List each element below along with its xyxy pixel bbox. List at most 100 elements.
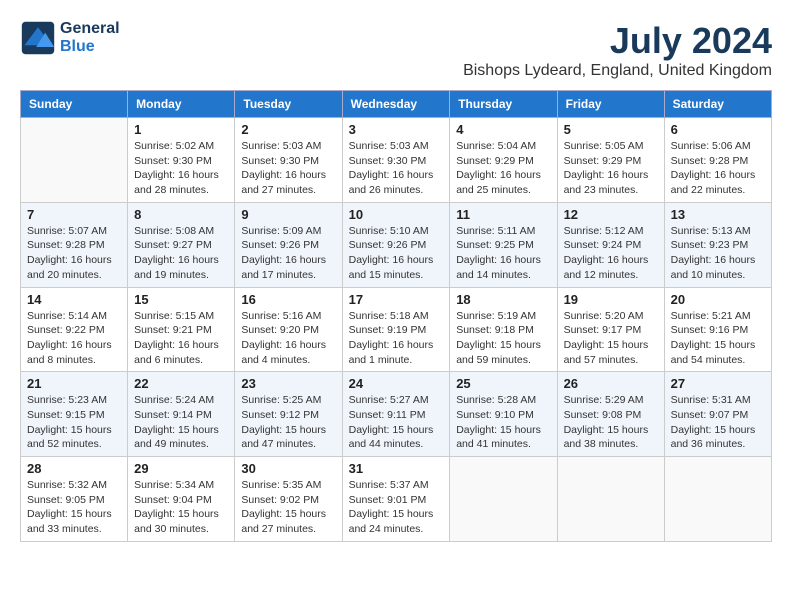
day-info: Sunrise: 5:08 AMSunset: 9:27 PMDaylight:… bbox=[134, 224, 228, 283]
day-info: Sunrise: 5:03 AMSunset: 9:30 PMDaylight:… bbox=[349, 139, 444, 198]
day-number: 22 bbox=[134, 376, 228, 391]
day-info: Sunrise: 5:06 AMSunset: 9:28 PMDaylight:… bbox=[671, 139, 765, 198]
main-title: July 2024 bbox=[463, 20, 772, 62]
col-thursday: Thursday bbox=[450, 91, 557, 118]
calendar-cell: 2Sunrise: 5:03 AMSunset: 9:30 PMDaylight… bbox=[235, 118, 342, 203]
calendar-cell: 13Sunrise: 5:13 AMSunset: 9:23 PMDayligh… bbox=[664, 202, 771, 287]
calendar-cell: 15 Sunrise: 5:15 AMSunset: 9:21 PMDayligh… bbox=[128, 287, 235, 372]
calendar-cell: 25 Sunrise: 5:28 AMSunset: 9:10 PMDayligh… bbox=[450, 372, 557, 457]
col-saturday: Saturday bbox=[664, 91, 771, 118]
calendar-cell bbox=[21, 118, 128, 203]
day-info: Sunrise: 5:07 AMSunset: 9:28 PMDaylight:… bbox=[27, 224, 121, 283]
day-number: 28 bbox=[27, 461, 121, 476]
logo-text: General Blue bbox=[60, 20, 120, 56]
day-info: Sunrise: 5:02 AMSunset: 9:30 PMDaylight:… bbox=[134, 139, 228, 198]
calendar-week-row: 1 Sunrise: 5:02 AMSunset: 9:30 PMDaylight… bbox=[21, 118, 772, 203]
day-number: 21 bbox=[27, 376, 121, 391]
day-number: 27 bbox=[671, 376, 765, 391]
day-number: 30 bbox=[241, 461, 335, 476]
day-number: 23 bbox=[241, 376, 335, 391]
day-info: Sunrise: 5:11 AMSunset: 9:25 PMDaylight:… bbox=[456, 224, 550, 283]
day-info: Sunrise: 5:15 AMSunset: 9:21 PMDaylight:… bbox=[134, 309, 228, 368]
calendar-cell: 19Sunrise: 5:20 AMSunset: 9:17 PMDayligh… bbox=[557, 287, 664, 372]
day-number: 7 bbox=[27, 207, 121, 222]
calendar-week-row: 28 Sunrise: 5:32 AMSunset: 9:05 PMDayligh… bbox=[21, 457, 772, 542]
day-info: Sunrise: 5:27 AMSunset: 9:11 PMDaylight:… bbox=[349, 393, 444, 452]
day-number: 12 bbox=[564, 207, 658, 222]
day-number: 14 bbox=[27, 292, 121, 307]
day-number: 10 bbox=[349, 207, 444, 222]
calendar-cell: 8 Sunrise: 5:08 AMSunset: 9:27 PMDaylight… bbox=[128, 202, 235, 287]
day-info: Sunrise: 5:09 AMSunset: 9:26 PMDaylight:… bbox=[241, 224, 335, 283]
day-number: 3 bbox=[349, 122, 444, 137]
calendar-cell: 14 Sunrise: 5:14 AMSunset: 9:22 PMDayligh… bbox=[21, 287, 128, 372]
calendar-week-row: 21 Sunrise: 5:23 AMSunset: 9:15 PMDayligh… bbox=[21, 372, 772, 457]
col-wednesday: Wednesday bbox=[342, 91, 450, 118]
day-number: 20 bbox=[671, 292, 765, 307]
day-number: 17 bbox=[349, 292, 444, 307]
calendar-cell: 24 Sunrise: 5:27 AMSunset: 9:11 PMDayligh… bbox=[342, 372, 450, 457]
col-friday: Friday bbox=[557, 91, 664, 118]
calendar-cell: 18 Sunrise: 5:19 AMSunset: 9:18 PMDayligh… bbox=[450, 287, 557, 372]
day-number: 18 bbox=[456, 292, 550, 307]
day-info: Sunrise: 5:03 AMSunset: 9:30 PMDaylight:… bbox=[241, 139, 335, 198]
day-info: Sunrise: 5:37 AMSunset: 9:01 PMDaylight:… bbox=[349, 478, 444, 537]
logo-icon bbox=[20, 20, 56, 56]
col-tuesday: Tuesday bbox=[235, 91, 342, 118]
day-number: 11 bbox=[456, 207, 550, 222]
day-number: 25 bbox=[456, 376, 550, 391]
calendar-cell: 29 Sunrise: 5:34 AMSunset: 9:04 PMDayligh… bbox=[128, 457, 235, 542]
calendar-cell: 7 Sunrise: 5:07 AMSunset: 9:28 PMDaylight… bbox=[21, 202, 128, 287]
day-info: Sunrise: 5:31 AMSunset: 9:07 PMDaylight:… bbox=[671, 393, 765, 452]
day-info: Sunrise: 5:19 AMSunset: 9:18 PMDaylight:… bbox=[456, 309, 550, 368]
day-info: Sunrise: 5:04 AMSunset: 9:29 PMDaylight:… bbox=[456, 139, 550, 198]
calendar-cell: 31 Sunrise: 5:37 AMSunset: 9:01 PMDayligh… bbox=[342, 457, 450, 542]
day-number: 6 bbox=[671, 122, 765, 137]
title-area: July 2024 Bishops Lydeard, England, Unit… bbox=[463, 20, 772, 80]
day-info: Sunrise: 5:12 AMSunset: 9:24 PMDaylight:… bbox=[564, 224, 658, 283]
calendar-cell bbox=[557, 457, 664, 542]
calendar-cell: 16 Sunrise: 5:16 AMSunset: 9:20 PMDayligh… bbox=[235, 287, 342, 372]
day-number: 31 bbox=[349, 461, 444, 476]
day-info: Sunrise: 5:34 AMSunset: 9:04 PMDaylight:… bbox=[134, 478, 228, 537]
day-number: 26 bbox=[564, 376, 658, 391]
calendar-cell: 5Sunrise: 5:05 AMSunset: 9:29 PMDaylight… bbox=[557, 118, 664, 203]
calendar-cell: 6 Sunrise: 5:06 AMSunset: 9:28 PMDaylight… bbox=[664, 118, 771, 203]
col-monday: Monday bbox=[128, 91, 235, 118]
day-number: 8 bbox=[134, 207, 228, 222]
calendar-week-row: 14 Sunrise: 5:14 AMSunset: 9:22 PMDayligh… bbox=[21, 287, 772, 372]
calendar-cell: 1 Sunrise: 5:02 AMSunset: 9:30 PMDaylight… bbox=[128, 118, 235, 203]
day-info: Sunrise: 5:14 AMSunset: 9:22 PMDaylight:… bbox=[27, 309, 121, 368]
day-number: 15 bbox=[134, 292, 228, 307]
calendar-cell: 3 Sunrise: 5:03 AMSunset: 9:30 PMDaylight… bbox=[342, 118, 450, 203]
calendar-cell: 20 Sunrise: 5:21 AMSunset: 9:16 PMDayligh… bbox=[664, 287, 771, 372]
day-info: Sunrise: 5:24 AMSunset: 9:14 PMDaylight:… bbox=[134, 393, 228, 452]
day-info: Sunrise: 5:23 AMSunset: 9:15 PMDaylight:… bbox=[27, 393, 121, 452]
calendar-table: Sunday Monday Tuesday Wednesday Thursday… bbox=[20, 90, 772, 542]
day-info: Sunrise: 5:16 AMSunset: 9:20 PMDaylight:… bbox=[241, 309, 335, 368]
day-info: Sunrise: 5:20 AMSunset: 9:17 PMDaylight:… bbox=[564, 309, 658, 368]
calendar-cell: 26 Sunrise: 5:29 AMSunset: 9:08 PMDayligh… bbox=[557, 372, 664, 457]
day-info: Sunrise: 5:35 AMSunset: 9:02 PMDaylight:… bbox=[241, 478, 335, 537]
calendar-cell: 10Sunrise: 5:10 AMSunset: 9:26 PMDayligh… bbox=[342, 202, 450, 287]
col-sunday: Sunday bbox=[21, 91, 128, 118]
day-info: Sunrise: 5:25 AMSunset: 9:12 PMDaylight:… bbox=[241, 393, 335, 452]
day-info: Sunrise: 5:29 AMSunset: 9:08 PMDaylight:… bbox=[564, 393, 658, 452]
day-number: 24 bbox=[349, 376, 444, 391]
day-info: Sunrise: 5:21 AMSunset: 9:16 PMDaylight:… bbox=[671, 309, 765, 368]
calendar-cell: 21 Sunrise: 5:23 AMSunset: 9:15 PMDayligh… bbox=[21, 372, 128, 457]
calendar-cell: 11 Sunrise: 5:11 AMSunset: 9:25 PMDayligh… bbox=[450, 202, 557, 287]
day-info: Sunrise: 5:32 AMSunset: 9:05 PMDaylight:… bbox=[27, 478, 121, 537]
day-number: 16 bbox=[241, 292, 335, 307]
calendar-cell bbox=[664, 457, 771, 542]
calendar-cell: 30 Sunrise: 5:35 AMSunset: 9:02 PMDayligh… bbox=[235, 457, 342, 542]
day-info: Sunrise: 5:05 AMSunset: 9:29 PMDaylight:… bbox=[564, 139, 658, 198]
day-number: 29 bbox=[134, 461, 228, 476]
calendar-cell bbox=[450, 457, 557, 542]
calendar-week-row: 7 Sunrise: 5:07 AMSunset: 9:28 PMDaylight… bbox=[21, 202, 772, 287]
calendar-cell: 23 Sunrise: 5:25 AMSunset: 9:12 PMDayligh… bbox=[235, 372, 342, 457]
day-number: 1 bbox=[134, 122, 228, 137]
day-number: 9 bbox=[241, 207, 335, 222]
day-info: Sunrise: 5:28 AMSunset: 9:10 PMDaylight:… bbox=[456, 393, 550, 452]
calendar-cell: 22 Sunrise: 5:24 AMSunset: 9:14 PMDayligh… bbox=[128, 372, 235, 457]
